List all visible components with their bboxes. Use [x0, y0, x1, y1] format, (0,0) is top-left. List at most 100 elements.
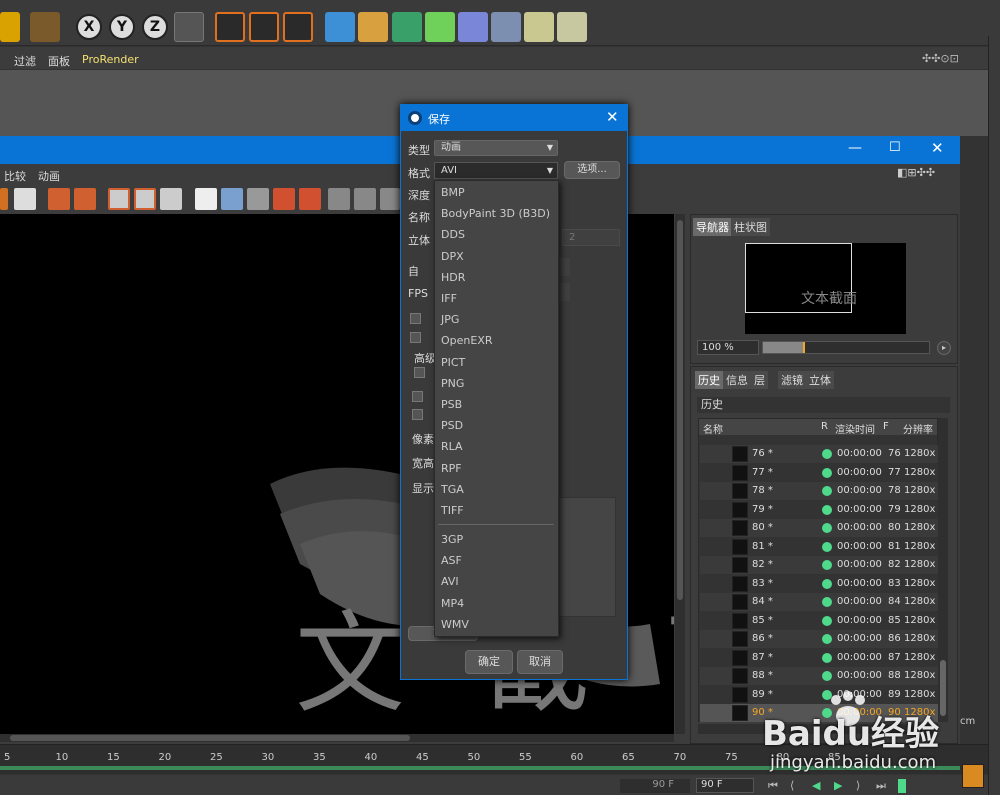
- format-option[interactable]: BMP: [441, 186, 465, 199]
- table-row[interactable]: 82 * 00:00:00 82 1280x: [700, 556, 938, 574]
- pv-tool-compare1-icon[interactable]: [328, 188, 350, 210]
- render-picture-viewer-icon[interactable]: [249, 12, 279, 42]
- stereo-field[interactable]: 2: [562, 229, 620, 246]
- format-option[interactable]: PSB: [441, 398, 462, 411]
- tab-history[interactable]: 历史: [695, 371, 723, 389]
- floor-icon[interactable]: [491, 12, 521, 42]
- pv-tool-user-icon[interactable]: [14, 188, 36, 210]
- checkbox-4[interactable]: [412, 391, 423, 402]
- goto-end-icon[interactable]: ⏭: [876, 779, 886, 793]
- layout-controls-icon[interactable]: ✣✣⊙⊡: [922, 52, 982, 65]
- zoom-field[interactable]: 100 %: [697, 340, 759, 355]
- format-dropdown[interactable]: AVI ▼: [434, 162, 558, 179]
- cancel-button[interactable]: 取消: [517, 650, 563, 674]
- close-icon[interactable]: ✕: [931, 139, 944, 157]
- z-axis-button[interactable]: Z: [142, 14, 168, 40]
- menu-compare[interactable]: 比较: [4, 168, 26, 184]
- table-row[interactable]: 79 * 00:00:00 79 1280x: [700, 500, 938, 519]
- pv-tool-a-icon[interactable]: [273, 188, 295, 210]
- render-settings-icon[interactable]: [283, 12, 313, 42]
- format-option[interactable]: PICT: [441, 356, 465, 369]
- format-option[interactable]: TIFF: [441, 504, 464, 517]
- record-icon[interactable]: [898, 779, 906, 793]
- deformer-icon[interactable]: [458, 12, 488, 42]
- table-row[interactable]: 87 * 00:00:00 87 1280x: [700, 648, 938, 667]
- col-render-time[interactable]: 渲染时间: [835, 421, 875, 436]
- format-option[interactable]: JPG: [441, 313, 459, 326]
- pv-tool-save-icon[interactable]: [74, 188, 96, 210]
- format-option[interactable]: PNG: [441, 377, 464, 390]
- col-resolution[interactable]: 分辨率: [903, 421, 933, 436]
- table-row[interactable]: 89 * 00:00:00 89 1280x: [700, 685, 938, 704]
- cube-icon[interactable]: [325, 12, 355, 42]
- pv-tool-region-icon[interactable]: [108, 188, 130, 210]
- menu-animation[interactable]: 动画: [38, 168, 60, 184]
- goto-start-icon[interactable]: ⏮: [768, 779, 778, 793]
- play-back-icon[interactable]: ◀: [812, 779, 820, 792]
- menu-filter[interactable]: 过滤: [14, 53, 36, 69]
- camera-icon[interactable]: [524, 12, 554, 42]
- history-scrollbar-thumb[interactable]: [940, 660, 946, 716]
- tab-histogram[interactable]: 柱状图: [731, 218, 770, 236]
- brush-tool-icon[interactable]: [30, 12, 60, 42]
- pv-tool-copy-icon[interactable]: [48, 188, 70, 210]
- viewport-scrollbar-thumb[interactable]: [10, 735, 410, 741]
- menu-prorender[interactable]: ProRender: [82, 53, 139, 66]
- checkbox-2[interactable]: [410, 332, 421, 343]
- checkbox-5[interactable]: [412, 409, 423, 420]
- pen-icon[interactable]: [358, 12, 388, 42]
- col-frame[interactable]: F: [883, 421, 889, 432]
- format-option[interactable]: AVI: [441, 575, 459, 588]
- tab-info[interactable]: 信息: [723, 371, 751, 389]
- tab-navigator[interactable]: 导航器: [693, 218, 732, 236]
- format-option[interactable]: HDR: [441, 271, 465, 284]
- undo-icon[interactable]: [0, 12, 20, 42]
- table-row[interactable]: 84 * 00:00:00 84 1280x: [700, 593, 938, 611]
- format-option[interactable]: DPX: [441, 250, 464, 263]
- zoom-slider[interactable]: [762, 341, 930, 354]
- pv-tool-b-icon[interactable]: [299, 188, 321, 210]
- options-button[interactable]: 选项...: [564, 161, 620, 179]
- checkbox-1[interactable]: [410, 313, 421, 324]
- table-row[interactable]: 76 * 00:00:00 76 1280x: [700, 445, 938, 463]
- maximize-icon[interactable]: ☐: [889, 140, 901, 155]
- tab-filters[interactable]: 滤镜: [778, 371, 806, 389]
- format-option[interactable]: PSD: [441, 419, 463, 432]
- format-option[interactable]: MP4: [441, 597, 464, 610]
- auto-field[interactable]: [558, 258, 570, 276]
- pv-tool-grid-icon[interactable]: [221, 188, 243, 210]
- format-option[interactable]: OpenEXR: [441, 334, 493, 347]
- y-axis-button[interactable]: Y: [109, 14, 135, 40]
- format-option[interactable]: IFF: [441, 292, 457, 305]
- table-row[interactable]: 81 * 00:00:00 81 1280x: [700, 537, 938, 556]
- checkbox-3[interactable]: [414, 367, 425, 378]
- format-option[interactable]: BodyPaint 3D (B3D): [441, 207, 550, 220]
- table-row[interactable]: 85 * 00:00:00 85 1280x: [700, 611, 938, 630]
- array-icon[interactable]: [425, 12, 455, 42]
- render-view-icon[interactable]: [215, 12, 245, 42]
- table-row[interactable]: 83 * 00:00:00 83 1280x: [700, 574, 938, 593]
- table-row[interactable]: 78 * 00:00:00 78 1280x: [700, 482, 938, 500]
- table-row[interactable]: 86 * 00:00:00 86 1280x: [700, 630, 938, 648]
- table-row[interactable]: 88 * 00:00:00 88 1280x: [700, 667, 938, 685]
- pv-tool-region2-icon[interactable]: [134, 188, 156, 210]
- pv-tool-compare2-icon[interactable]: [354, 188, 376, 210]
- tab-layers[interactable]: 层: [751, 371, 768, 389]
- table-row[interactable]: 77 * 00:00:00 77 1280x: [700, 463, 938, 482]
- subdivision-icon[interactable]: [392, 12, 422, 42]
- format-option[interactable]: 3GP: [441, 533, 463, 546]
- menu-panel[interactable]: 面板: [48, 53, 70, 69]
- minimize-icon[interactable]: —: [848, 140, 862, 156]
- type-dropdown[interactable]: 动画 ▼: [434, 140, 558, 156]
- col-name[interactable]: 名称: [703, 421, 723, 436]
- pv-tool-compare3-icon[interactable]: [380, 188, 400, 210]
- light-icon[interactable]: [557, 12, 587, 42]
- pv-tool-1-icon[interactable]: [0, 188, 8, 210]
- film-strip-icon[interactable]: [962, 764, 984, 788]
- prev-key-icon[interactable]: ⟨: [790, 779, 794, 792]
- panel-layout-icon[interactable]: ◧⊞✣✣: [897, 166, 935, 179]
- format-option[interactable]: RLA: [441, 440, 463, 453]
- frame-end-field[interactable]: 90 F: [620, 779, 690, 793]
- next-key-icon[interactable]: ⟩: [856, 779, 860, 792]
- zoom-next-button[interactable]: ▸: [937, 341, 951, 355]
